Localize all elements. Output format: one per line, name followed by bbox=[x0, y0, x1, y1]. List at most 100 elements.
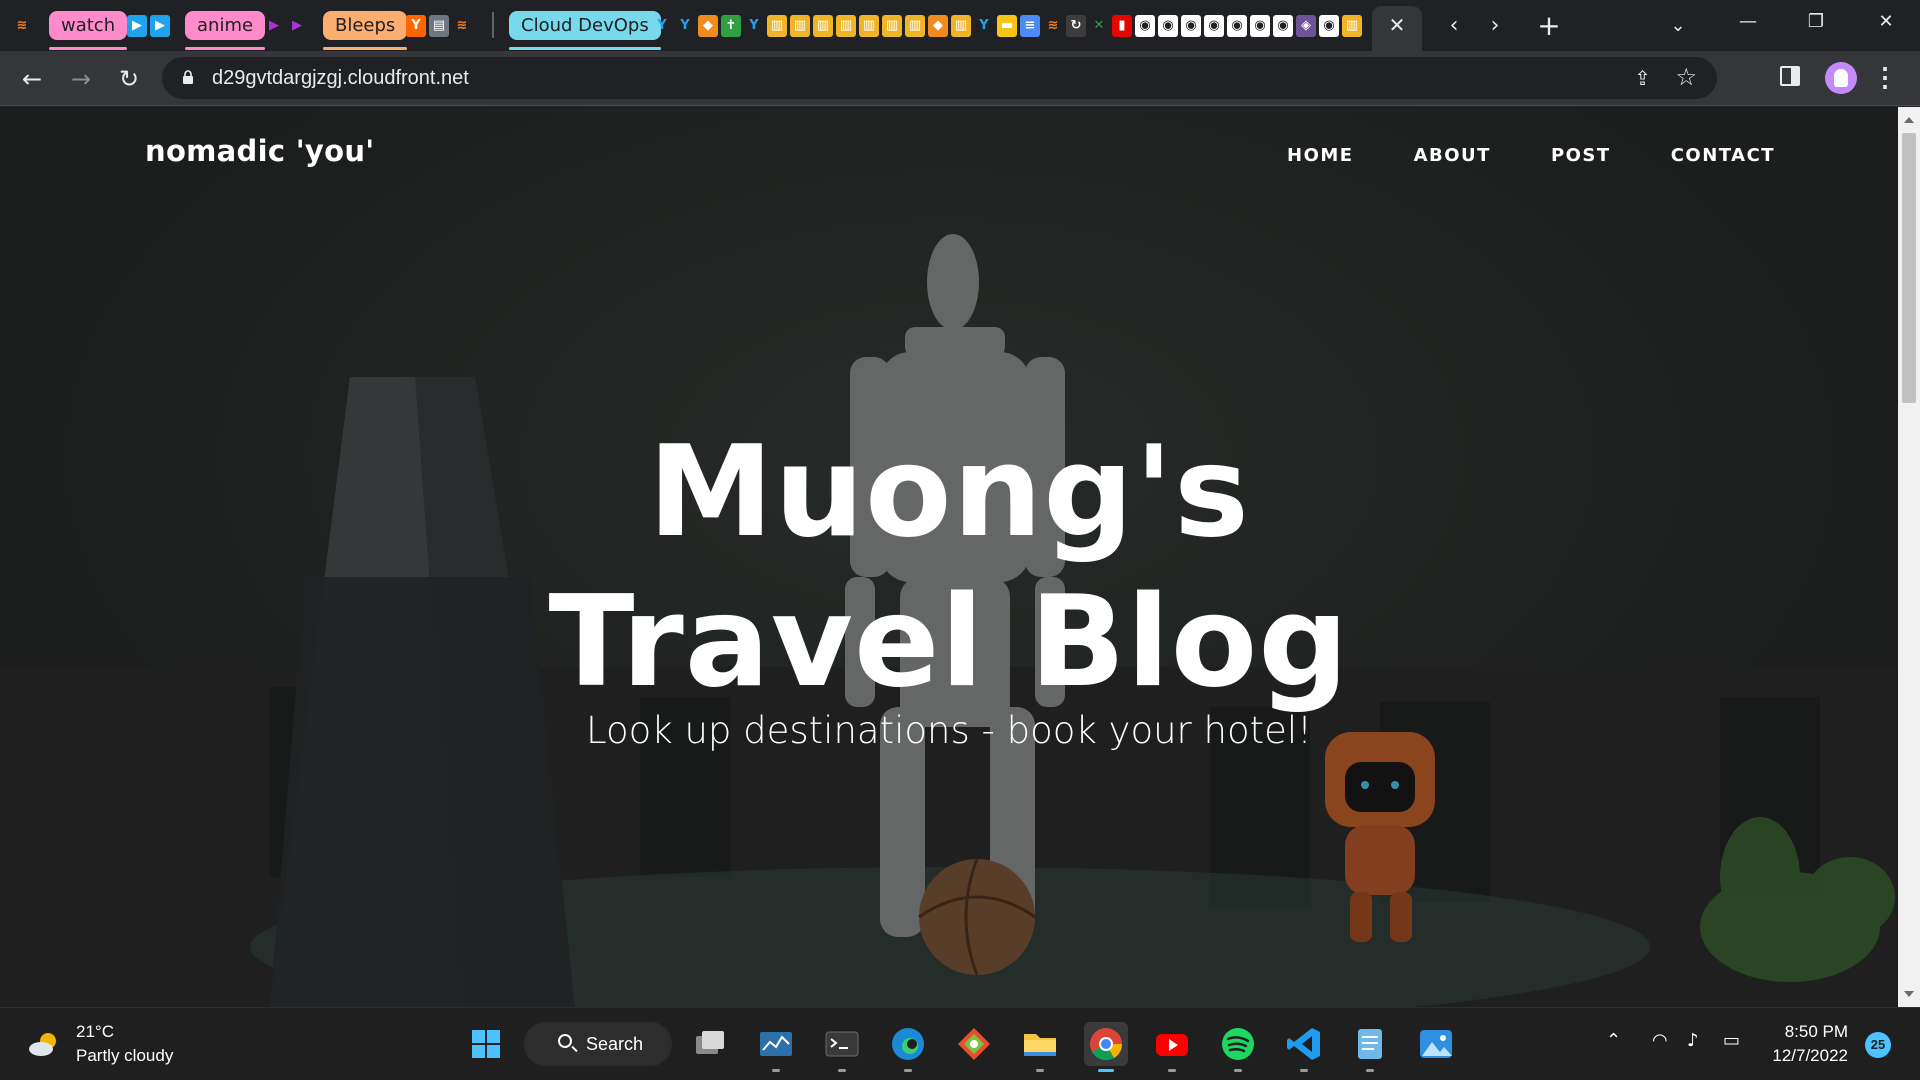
notepad-icon[interactable] bbox=[1348, 1022, 1392, 1072]
forward-icon[interactable]: → bbox=[65, 63, 97, 95]
nav-link-post[interactable]: POST bbox=[1551, 145, 1611, 166]
task-view-icon[interactable] bbox=[688, 1022, 732, 1066]
docs-icon[interactable]: ▥ bbox=[836, 14, 856, 37]
play-icon[interactable]: ▶ bbox=[264, 15, 284, 37]
anime-group-tabs: ▶ ▶ bbox=[264, 13, 307, 38]
stackoverflow-icon[interactable]: ≋ bbox=[12, 14, 32, 36]
restore-icon[interactable]: ❐ bbox=[1786, 4, 1846, 40]
bleeps-group-tabs: Y ▤ ≋ bbox=[406, 13, 472, 38]
taskbar-search[interactable]: Search bbox=[524, 1022, 672, 1066]
url-text[interactable]: d29gvtdargjzgj.cloudfront.net bbox=[212, 57, 469, 99]
profile-avatar[interactable] bbox=[1825, 62, 1857, 94]
github-icon[interactable]: ◉ bbox=[1273, 14, 1293, 37]
play-icon[interactable]: ▶ bbox=[127, 14, 147, 37]
site-brand[interactable]: nomadic 'you' bbox=[145, 134, 374, 168]
docs-icon[interactable]: ▥ bbox=[951, 14, 971, 37]
vscode-icon[interactable] bbox=[1282, 1022, 1326, 1072]
close-window-icon[interactable]: ✕ bbox=[1856, 4, 1916, 40]
reload-icon[interactable]: ↻ bbox=[113, 63, 145, 95]
youtube-icon[interactable] bbox=[1150, 1022, 1194, 1072]
active-tab[interactable]: ✕ bbox=[1372, 6, 1422, 51]
github-icon[interactable]: ◉ bbox=[1135, 14, 1155, 37]
aws-icon[interactable]: ◆ bbox=[698, 14, 718, 37]
nav-link-about[interactable]: ABOUT bbox=[1414, 145, 1491, 166]
chrome-menu-icon[interactable]: ⋮ bbox=[1872, 61, 1898, 93]
docs-icon[interactable]: ▥ bbox=[859, 14, 879, 37]
new-tab-button[interactable]: + bbox=[1535, 12, 1563, 40]
github-icon[interactable]: ◉ bbox=[1181, 14, 1201, 37]
tab-divider bbox=[492, 12, 494, 38]
windows-taskbar: 21°C Partly cloudy Search ⌃ ◠ ♪ ▭ 8:50 P… bbox=[0, 1007, 1920, 1080]
notification-badge[interactable]: 25 bbox=[1865, 1032, 1891, 1058]
stackoverflow-icon[interactable]: ≋ bbox=[452, 15, 472, 37]
docs-icon[interactable]: ▥ bbox=[905, 14, 925, 37]
stackoverflow-icon[interactable]: ≋ bbox=[1043, 15, 1063, 37]
terraform-icon[interactable]: ◈ bbox=[1296, 14, 1316, 37]
edge-icon[interactable] bbox=[886, 1022, 930, 1072]
close-tab-icon[interactable]: ✕ bbox=[1386, 15, 1408, 37]
tab-group-watch[interactable]: watch bbox=[49, 11, 128, 50]
tab-search-chevron-icon[interactable]: ⌄ bbox=[1664, 12, 1692, 40]
cross-icon[interactable]: ✝ bbox=[721, 14, 741, 37]
bookmark-star-icon[interactable]: ☆ bbox=[1675, 63, 1697, 91]
minimize-icon[interactable]: — bbox=[1718, 4, 1778, 40]
docs-icon[interactable]: ▥ bbox=[790, 14, 810, 37]
battery-icon[interactable]: ▭ bbox=[1723, 1030, 1740, 1051]
play-icon[interactable]: ▶ bbox=[150, 14, 170, 37]
system-monitor-icon[interactable] bbox=[754, 1022, 798, 1072]
scroll-up-icon[interactable] bbox=[1904, 117, 1914, 123]
file-explorer-icon[interactable] bbox=[1018, 1022, 1062, 1072]
note-icon[interactable]: ▬ bbox=[997, 14, 1017, 37]
windows-start-icon[interactable] bbox=[464, 1022, 508, 1066]
scroll-tabs-right-icon[interactable]: › bbox=[1481, 12, 1509, 40]
running-indicator bbox=[904, 1069, 912, 1072]
udemy-icon[interactable]: Y bbox=[652, 15, 672, 37]
udemy-icon[interactable]: Y bbox=[675, 15, 695, 37]
github-icon[interactable]: ◉ bbox=[1250, 14, 1270, 37]
wifi-icon[interactable]: ◠ bbox=[1652, 1030, 1668, 1051]
spotify-icon[interactable] bbox=[1216, 1022, 1260, 1072]
tab-group-bleeps[interactable]: Bleeps bbox=[323, 11, 408, 50]
github-icon[interactable]: ◉ bbox=[1204, 14, 1224, 37]
running-indicator bbox=[1234, 1069, 1242, 1072]
terminal-icon[interactable] bbox=[820, 1022, 864, 1072]
nav-link-home[interactable]: HOME bbox=[1287, 145, 1354, 166]
side-panel-icon[interactable] bbox=[1780, 66, 1800, 86]
chrome-icon[interactable] bbox=[1084, 1022, 1128, 1072]
play-icon[interactable]: ▶ bbox=[287, 15, 307, 37]
docs-icon[interactable]: ▥ bbox=[1342, 14, 1362, 37]
docs-icon[interactable]: ▥ bbox=[767, 14, 787, 37]
address-bar[interactable]: d29gvtdargjzgj.cloudfront.net ⇪ ☆ bbox=[162, 57, 1717, 99]
github-icon[interactable]: ◉ bbox=[1158, 14, 1178, 37]
git-client-icon[interactable] bbox=[952, 1022, 996, 1066]
partly-cloudy-icon bbox=[29, 1033, 56, 1056]
list-icon[interactable]: ≡ bbox=[1020, 14, 1040, 37]
github-icon[interactable]: ◉ bbox=[1227, 14, 1247, 37]
tab-strip: ≋ watch ▶ ▶ anime ▶ ▶ Bleeps Y ▤ ≋ Cloud… bbox=[0, 0, 1920, 51]
hackernews-icon[interactable]: Y bbox=[406, 14, 426, 37]
x-icon[interactable]: ✕ bbox=[1089, 15, 1109, 37]
scroll-down-icon[interactable] bbox=[1904, 991, 1914, 997]
back-icon[interactable]: ← bbox=[16, 63, 48, 95]
docs-icon[interactable]: ▥ bbox=[813, 14, 833, 37]
nav-link-contact[interactable]: CONTACT bbox=[1671, 145, 1775, 166]
tab-group-anime[interactable]: anime bbox=[185, 11, 266, 50]
tab-group-cloud-devops[interactable]: Cloud DevOps bbox=[509, 11, 661, 50]
udemy-icon[interactable]: Y bbox=[744, 15, 764, 37]
scrollbar-thumb[interactable] bbox=[1902, 133, 1916, 403]
refresh-icon[interactable]: ↻ bbox=[1066, 14, 1086, 37]
share-icon[interactable]: ⇪ bbox=[1634, 66, 1651, 90]
doc-icon[interactable]: ▤ bbox=[429, 14, 449, 37]
volume-icon[interactable]: ♪ bbox=[1687, 1030, 1699, 1051]
docs-icon[interactable]: ▥ bbox=[882, 14, 902, 37]
aws-icon[interactable]: ◆ bbox=[928, 14, 948, 37]
lock-icon[interactable] bbox=[182, 70, 194, 84]
taskbar-clock[interactable]: 8:50 PM 12/7/2022 bbox=[1748, 1020, 1848, 1068]
page-scrollbar[interactable] bbox=[1898, 107, 1920, 1007]
udemy-icon[interactable]: Y bbox=[974, 15, 994, 37]
github-icon[interactable]: ◉ bbox=[1319, 14, 1339, 37]
scroll-tabs-left-icon[interactable]: ‹ bbox=[1440, 12, 1468, 40]
red-tab-icon[interactable]: ▮ bbox=[1112, 14, 1132, 37]
show-hidden-icons-chevron-icon[interactable]: ⌃ bbox=[1606, 1030, 1621, 1051]
photos-icon[interactable] bbox=[1414, 1022, 1458, 1066]
